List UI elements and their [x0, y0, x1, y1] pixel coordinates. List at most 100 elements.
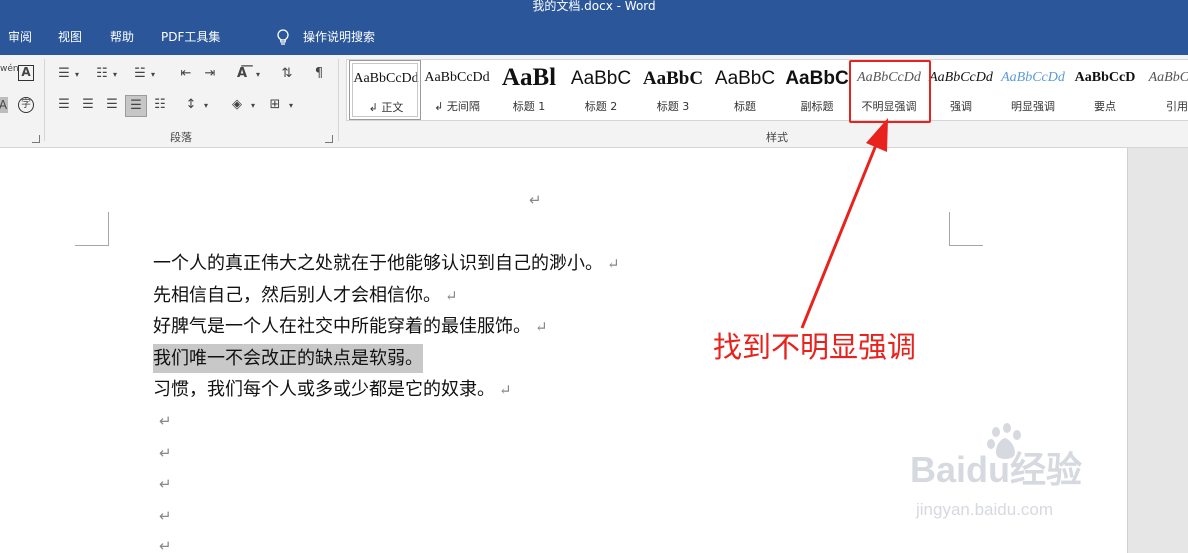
paragraph-dialog-launcher-icon[interactable]	[325, 135, 333, 143]
style-sample: AaBbCcDd	[424, 70, 490, 85]
style-heading-3[interactable]: AaBbC 标题 3	[637, 60, 709, 120]
character-border-icon[interactable]: A	[18, 65, 34, 81]
style-sample: AaBbC	[785, 68, 849, 89]
align-left-icon[interactable]: ☰	[55, 96, 73, 114]
chevron-down-icon[interactable]: ▾	[149, 66, 157, 84]
decrease-indent-icon[interactable]: ⇤	[176, 65, 196, 83]
shading-icon[interactable]: ◈	[227, 96, 247, 114]
style-heading-2[interactable]: AaBbC 标题 2	[565, 60, 637, 120]
numbering-icon[interactable]: ☷	[93, 65, 111, 83]
paragraph[interactable]: 先相信自己，然后别人才会相信你。 ↵	[153, 285, 458, 307]
crop-mark-left	[75, 212, 109, 246]
empty-paragraph-mark: ↵	[159, 537, 172, 553]
menu-view[interactable]: 视图	[58, 29, 82, 45]
paragraph-text: 一个人的真正伟大之处就在于他能够认识到自己的渺小。	[153, 253, 603, 274]
watermark-brand: Baidu经验	[910, 449, 1083, 490]
title-bar: 我的文档.docx - Word 审阅 视图 帮助 PDF工具集 操作说明搜索	[0, 0, 1188, 55]
styles-gallery: AaBbCcDd ↲ 正文 AaBbCcDd ↲ 无间隔 AaBl 标题 1 A…	[346, 59, 1188, 121]
vertical-scrollbar[interactable]	[1127, 148, 1188, 553]
style-strong[interactable]: AaBbCcD 要点	[1069, 60, 1141, 120]
style-emphasis[interactable]: AaBbCcDd 强调	[925, 60, 997, 120]
bullets-icon[interactable]: ☰	[55, 65, 73, 83]
paragraph-mark: ↵	[535, 318, 548, 336]
increase-indent-icon[interactable]: ⇥	[200, 65, 220, 83]
style-title[interactable]: AaBbC 标题	[709, 60, 781, 120]
chevron-down-icon[interactable]: ▾	[254, 66, 262, 84]
style-sample: AaBbC	[714, 68, 776, 89]
paragraph-text: 先相信自己，然后别人才会相信你。	[153, 285, 441, 306]
character-shading-icon[interactable]: A	[0, 97, 8, 113]
chevron-down-icon[interactable]: ▾	[202, 97, 210, 115]
paragraph-group-label: 段落	[170, 131, 192, 144]
enclose-characters-icon[interactable]: 字	[18, 97, 34, 113]
paragraph-text: 习惯，我们每个人或多或少都是它的奴隶。	[153, 379, 495, 400]
empty-paragraph-mark: ↵	[159, 507, 172, 525]
align-right-icon[interactable]: ☰	[103, 96, 121, 114]
paragraph-mark: ↵	[607, 255, 620, 273]
style-name: 标题	[734, 100, 756, 113]
chevron-down-icon[interactable]: ▾	[249, 97, 257, 115]
annotation-highlight-box	[849, 60, 931, 123]
selected-paragraph[interactable]: 我们唯一不会改正的缺点是软弱。	[153, 344, 423, 374]
phonetic-guide-icon[interactable]: wén	[0, 65, 19, 74]
paragraph[interactable]: 习惯，我们每个人或多或少都是它的奴隶。 ↵	[153, 379, 512, 401]
chinese-layout-icon[interactable]: A͞	[232, 65, 252, 83]
font-dialog-launcher-icon[interactable]	[32, 135, 40, 143]
borders-icon[interactable]: ⊞	[265, 96, 285, 114]
style-sample: AaBbCcD	[1074, 70, 1136, 85]
paragraph-mark: ↵	[499, 381, 512, 399]
style-name: ↲ 正文	[368, 101, 404, 114]
chevron-down-icon[interactable]: ▾	[111, 66, 119, 84]
style-quote[interactable]: AaBbCcD 引用	[1141, 60, 1188, 120]
style-sample: AaBbCcDd	[353, 71, 419, 86]
multilevel-list-icon[interactable]: ☱	[131, 65, 149, 83]
chevron-down-icon[interactable]: ▾	[287, 97, 295, 115]
window-title: 我的文档.docx - Word	[532, 0, 656, 13]
paragraph[interactable]: 好脾气是一个人在社交中所能穿着的最佳服饰。 ↵	[153, 316, 548, 338]
style-no-spacing[interactable]: AaBbCcDd ↲ 无间隔	[421, 60, 493, 120]
style-name: 副标题	[800, 100, 834, 113]
style-name: ↲ 无间隔	[434, 100, 480, 113]
empty-paragraph-mark: ↵	[159, 475, 172, 493]
watermark-url: jingyan.baidu.com	[916, 500, 1054, 519]
group-separator	[338, 59, 339, 141]
style-heading-1[interactable]: AaBl 标题 1	[493, 60, 565, 120]
justify-icon[interactable]: ☰	[125, 95, 147, 117]
style-name: 要点	[1094, 100, 1116, 113]
show-marks-icon[interactable]: ¶	[309, 65, 329, 83]
paragraph[interactable]: 一个人的真正伟大之处就在于他能够认识到自己的渺小。 ↵	[153, 253, 620, 275]
style-intense-emphasis[interactable]: AaBbCcDd 明显强调	[997, 60, 1069, 120]
line-spacing-icon[interactable]: ↕	[181, 96, 201, 114]
crop-mark-right	[949, 212, 983, 246]
style-name: 引用	[1166, 100, 1188, 113]
menu-review[interactable]: 审阅	[8, 29, 32, 45]
style-sample: AaBbCcDd	[1001, 70, 1065, 85]
style-name: 明显强调	[1011, 100, 1055, 113]
menu-help[interactable]: 帮助	[110, 29, 134, 45]
sort-icon[interactable]: ⇅	[277, 65, 297, 83]
style-sample: AaBbCcD	[1148, 70, 1188, 85]
styles-group-label: 样式	[766, 131, 788, 144]
tell-me-search[interactable]: 操作说明搜索	[303, 29, 375, 45]
lightbulb-icon	[277, 29, 289, 45]
empty-paragraph-mark: ↵	[159, 412, 172, 430]
annotation-text: 找到不明显强调	[713, 330, 917, 364]
group-separator	[44, 59, 45, 141]
align-center-icon[interactable]: ☰	[79, 96, 97, 114]
style-subtitle[interactable]: AaBbC 副标题	[781, 60, 853, 120]
style-name: 标题 2	[584, 100, 618, 113]
paragraph-mark: ↵	[529, 191, 542, 209]
style-name: 强调	[950, 100, 972, 113]
empty-paragraph-mark: ↵	[159, 444, 172, 462]
style-name: 标题 3	[656, 100, 690, 113]
chevron-down-icon[interactable]: ▾	[73, 66, 81, 84]
paragraph-text: 我们唯一不会改正的缺点是软弱。	[153, 344, 423, 373]
paragraph-mark: ↵	[445, 287, 458, 305]
menu-pdf-tools[interactable]: PDF工具集	[161, 29, 220, 45]
style-normal[interactable]: AaBbCcDd ↲ 正文	[349, 60, 421, 120]
style-sample: AaBbC	[570, 68, 632, 89]
word-window: { "window": { "title": "我的文档.docx - Word…	[0, 0, 1188, 553]
distributed-icon[interactable]: ☷	[150, 96, 170, 114]
style-sample: AaBbCcDd	[929, 70, 993, 85]
style-sample: AaBbC	[642, 68, 704, 89]
